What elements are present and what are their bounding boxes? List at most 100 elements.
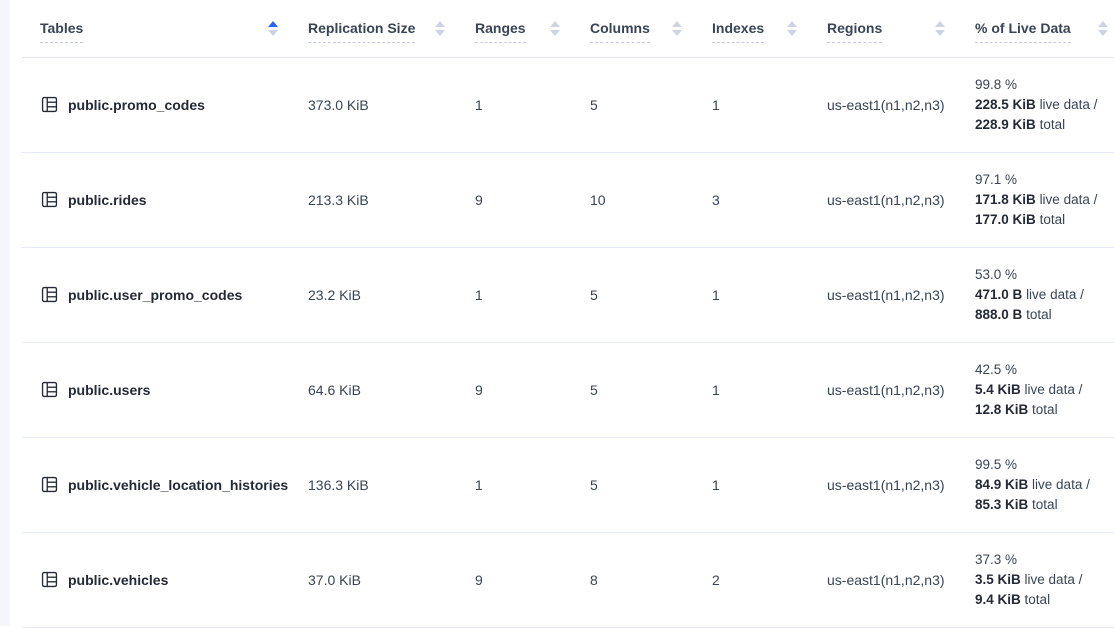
table-icon	[40, 95, 59, 114]
ranges-cell: 9	[475, 152, 590, 247]
columns-cell: 5	[590, 437, 712, 532]
live-percent: 97.1 %	[975, 170, 1114, 190]
database-tables-table: Tables Replication Size Ranges Columns	[22, 0, 1114, 628]
table-row: public.rides 213.3 KiB 9 10 3 us-east1(n…	[22, 152, 1114, 247]
sort-ascending-icon[interactable]	[268, 21, 278, 36]
column-header-columns[interactable]: Columns	[590, 0, 712, 57]
table-icon	[40, 380, 59, 399]
header-row: Tables Replication Size Ranges Columns	[22, 0, 1114, 57]
live-data-line: 171.8 KiB live data /	[975, 190, 1114, 210]
table-row: public.vehicle_location_histories 136.3 …	[22, 437, 1114, 532]
total-data-line: 228.9 KiB total	[975, 115, 1114, 135]
regions-cell: us-east1(n1,n2,n3)	[827, 532, 975, 627]
ranges-cell: 9	[475, 342, 590, 437]
indexes-cell: 1	[712, 437, 827, 532]
table-name-link[interactable]: public.users	[68, 382, 150, 398]
total-data-line: 12.8 KiB total	[975, 400, 1114, 420]
regions-cell: us-east1(n1,n2,n3)	[827, 57, 975, 152]
table-name-cell: public.vehicle_location_histories	[22, 437, 308, 532]
tables-list-panel: Tables Replication Size Ranges Columns	[10, 0, 1114, 628]
live-data-cell: 99.5 % 84.9 KiB live data / 85.3 KiB tot…	[975, 437, 1114, 532]
live-percent: 37.3 %	[975, 550, 1114, 570]
table-row: public.user_promo_codes 23.2 KiB 1 5 1 u…	[22, 247, 1114, 342]
live-percent: 99.8 %	[975, 75, 1114, 95]
total-data-line: 9.4 KiB total	[975, 590, 1114, 610]
sort-icon[interactable]	[787, 21, 797, 36]
column-header-indexes[interactable]: Indexes	[712, 0, 827, 57]
live-data-cell: 53.0 % 471.0 B live data / 888.0 B total	[975, 247, 1114, 342]
indexes-cell: 2	[712, 532, 827, 627]
live-data-cell: 37.3 % 3.5 KiB live data / 9.4 KiB total	[975, 532, 1114, 627]
live-data-line: 5.4 KiB live data /	[975, 380, 1114, 400]
indexes-cell: 1	[712, 247, 827, 342]
table-name-link[interactable]: public.vehicles	[68, 572, 168, 588]
table-name-cell: public.user_promo_codes	[22, 247, 308, 342]
regions-cell: us-east1(n1,n2,n3)	[827, 342, 975, 437]
live-percent: 42.5 %	[975, 360, 1114, 380]
sort-icon[interactable]	[935, 21, 945, 36]
columns-cell: 8	[590, 532, 712, 627]
regions-cell: us-east1(n1,n2,n3)	[827, 247, 975, 342]
table-row: public.promo_codes 373.0 KiB 1 5 1 us-ea…	[22, 57, 1114, 152]
column-header-label: Replication Size	[308, 20, 415, 36]
ranges-cell: 1	[475, 247, 590, 342]
columns-cell: 10	[590, 152, 712, 247]
table-name-cell: public.users	[22, 342, 308, 437]
table-name-link[interactable]: public.user_promo_codes	[68, 287, 242, 303]
indexes-cell: 1	[712, 342, 827, 437]
total-data-line: 888.0 B total	[975, 305, 1114, 325]
sort-icon[interactable]	[550, 21, 560, 36]
column-header-label: Tables	[40, 20, 83, 36]
replication-size-cell: 37.0 KiB	[308, 532, 475, 627]
live-data-cell: 42.5 % 5.4 KiB live data / 12.8 KiB tota…	[975, 342, 1114, 437]
table-icon	[40, 570, 59, 589]
live-data-cell: 97.1 % 171.8 KiB live data / 177.0 KiB t…	[975, 152, 1114, 247]
replication-size-cell: 373.0 KiB	[308, 57, 475, 152]
column-header-regions[interactable]: Regions	[827, 0, 975, 57]
table-icon	[40, 190, 59, 209]
live-data-line: 84.9 KiB live data /	[975, 475, 1114, 495]
sort-icon[interactable]	[672, 21, 682, 36]
table-row: public.users 64.6 KiB 9 5 1 us-east1(n1,…	[22, 342, 1114, 437]
indexes-cell: 3	[712, 152, 827, 247]
table-name-link[interactable]: public.vehicle_location_histories	[68, 477, 288, 493]
table-name-cell: public.vehicles	[22, 532, 308, 627]
column-header-tables[interactable]: Tables	[22, 0, 308, 57]
table-icon	[40, 285, 59, 304]
column-header-label: % of Live Data	[975, 20, 1071, 36]
column-header-label: Indexes	[712, 20, 764, 36]
live-data-cell: 99.8 % 228.5 KiB live data / 228.9 KiB t…	[975, 57, 1114, 152]
column-header-label: Ranges	[475, 20, 526, 36]
ranges-cell: 9	[475, 532, 590, 627]
live-data-line: 471.0 B live data /	[975, 285, 1114, 305]
table-name-link[interactable]: public.promo_codes	[68, 97, 205, 113]
table-name-link[interactable]: public.rides	[68, 192, 147, 208]
total-data-line: 85.3 KiB total	[975, 495, 1114, 515]
table-name-cell: public.rides	[22, 152, 308, 247]
replication-size-cell: 64.6 KiB	[308, 342, 475, 437]
columns-cell: 5	[590, 342, 712, 437]
total-data-line: 177.0 KiB total	[975, 210, 1114, 230]
table-row: public.vehicles 37.0 KiB 9 8 2 us-east1(…	[22, 532, 1114, 627]
column-header-replication-size[interactable]: Replication Size	[308, 0, 475, 57]
regions-cell: us-east1(n1,n2,n3)	[827, 152, 975, 247]
replication-size-cell: 23.2 KiB	[308, 247, 475, 342]
page-gutter	[0, 0, 10, 626]
column-header-label: Columns	[590, 20, 650, 36]
indexes-cell: 1	[712, 57, 827, 152]
sort-icon[interactable]	[435, 21, 445, 36]
replication-size-cell: 213.3 KiB	[308, 152, 475, 247]
live-data-line: 228.5 KiB live data /	[975, 95, 1114, 115]
ranges-cell: 1	[475, 57, 590, 152]
ranges-cell: 1	[475, 437, 590, 532]
replication-size-cell: 136.3 KiB	[308, 437, 475, 532]
table-name-cell: public.promo_codes	[22, 57, 308, 152]
column-header-ranges[interactable]: Ranges	[475, 0, 590, 57]
live-data-line: 3.5 KiB live data /	[975, 570, 1114, 590]
column-header-live-data[interactable]: % of Live Data	[975, 0, 1114, 57]
regions-cell: us-east1(n1,n2,n3)	[827, 437, 975, 532]
live-percent: 53.0 %	[975, 265, 1114, 285]
table-icon	[40, 475, 59, 494]
sort-icon[interactable]	[1098, 21, 1108, 36]
column-header-label: Regions	[827, 20, 882, 36]
